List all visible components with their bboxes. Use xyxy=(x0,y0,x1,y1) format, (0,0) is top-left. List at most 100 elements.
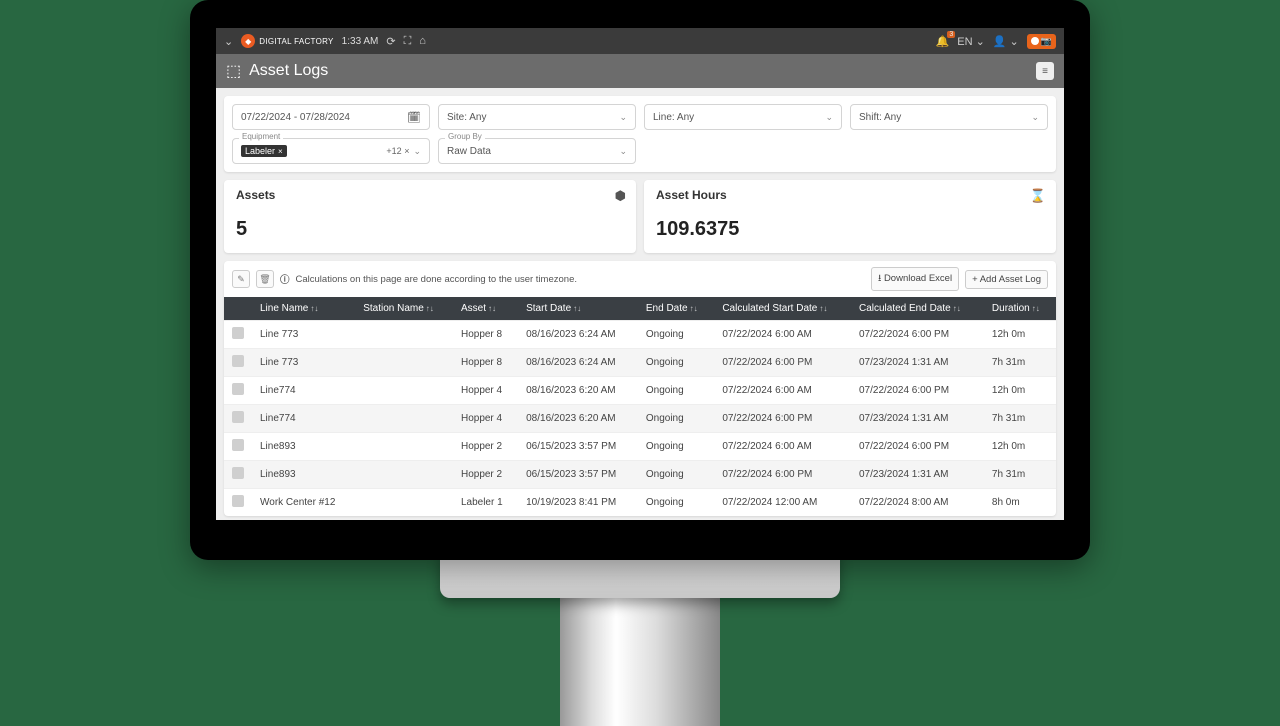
cell-cstart: 07/22/2024 12:00 AM xyxy=(714,489,851,517)
home-icon[interactable]: ⌂ xyxy=(419,35,426,47)
download-excel-button[interactable]: ⭳ Download Excel xyxy=(871,267,959,291)
camera-toggle[interactable]: 📷 xyxy=(1027,34,1056,49)
row-checkbox[interactable] xyxy=(232,467,244,479)
asset-log-table: Line Name↑↓Station Name↑↓Asset↑↓Start Da… xyxy=(224,297,1056,516)
cell-station xyxy=(355,349,453,377)
cell-line: Line893 xyxy=(252,433,355,461)
row-checkbox[interactable] xyxy=(232,411,244,423)
brand-logo[interactable]: ◆ DIGITAL FACTORY xyxy=(241,34,333,48)
cell-cend: 07/22/2024 8:00 AM xyxy=(851,489,984,517)
col-header[interactable]: End Date↑↓ xyxy=(638,297,714,321)
cell-line: Work Center #12 xyxy=(252,489,355,517)
cell-asset: Hopper 2 xyxy=(453,461,518,489)
chevron-down-icon: ⌄ xyxy=(619,146,627,157)
col-header[interactable]: Start Date↑↓ xyxy=(518,297,638,321)
table-row: Line893 Hopper 2 06/15/2023 3:57 PM Ongo… xyxy=(224,461,1056,489)
delete-button[interactable]: 🗑 xyxy=(256,270,274,288)
chevron-down-icon: ⌄ xyxy=(619,112,627,123)
cell-station xyxy=(355,489,453,517)
brand-text: DIGITAL FACTORY xyxy=(259,37,333,46)
line-select[interactable]: Line: Any ⌄ xyxy=(644,104,842,130)
equipment-label: Equipment xyxy=(239,132,283,141)
close-icon[interactable]: × xyxy=(278,147,283,156)
cell-asset: Hopper 8 xyxy=(453,321,518,349)
table-row: Line 773 Hopper 8 08/16/2023 6:24 AM Ong… xyxy=(224,349,1056,377)
row-checkbox[interactable] xyxy=(232,439,244,451)
assets-label: Assets xyxy=(236,188,624,202)
row-checkbox[interactable] xyxy=(232,327,244,339)
chevron-down-icon: ⌄ xyxy=(825,112,833,123)
row-checkbox[interactable] xyxy=(232,355,244,367)
chevron-down-icon[interactable]: ⌄ xyxy=(224,35,233,48)
cell-end: Ongoing xyxy=(638,377,714,405)
cell-start: 08/16/2023 6:24 AM xyxy=(518,349,638,377)
cell-cstart: 07/22/2024 6:00 PM xyxy=(714,461,851,489)
cell-start: 08/16/2023 6:20 AM xyxy=(518,405,638,433)
date-range-text: 07/22/2024 - 07/28/2024 xyxy=(241,112,350,123)
toggle-dot xyxy=(1031,37,1039,45)
groupby-text: Raw Data xyxy=(447,146,491,157)
language-selector[interactable]: EN ⌄ xyxy=(957,35,985,48)
cell-station xyxy=(355,461,453,489)
groupby-select[interactable]: Group By Raw Data ⌄ xyxy=(438,138,636,164)
cell-asset: Labeler 1 xyxy=(453,489,518,517)
refresh-icon[interactable]: ⟳ xyxy=(386,35,395,48)
add-asset-log-button[interactable]: + Add Asset Log xyxy=(965,270,1048,289)
col-header[interactable]: Line Name↑↓ xyxy=(252,297,355,321)
date-range-picker[interactable]: 07/22/2024 - 07/28/2024 🗓 xyxy=(232,104,430,130)
table-card: ✎ 🗑 ⓘ Calculations on this page are done… xyxy=(224,261,1056,516)
site-select[interactable]: Site: Any ⌄ xyxy=(438,104,636,130)
cell-start: 06/15/2023 3:57 PM xyxy=(518,461,638,489)
col-header[interactable]: Duration↑↓ xyxy=(984,297,1056,321)
chip-text: Labeler xyxy=(245,146,275,156)
row-checkbox[interactable] xyxy=(232,495,244,507)
cell-cend: 07/23/2024 1:31 AM xyxy=(851,349,984,377)
cell-line: Line893 xyxy=(252,461,355,489)
site-text: Site: Any xyxy=(447,112,486,123)
cell-duration: 8h 0m xyxy=(984,489,1056,517)
select-all-header xyxy=(224,297,252,321)
col-header[interactable]: Calculated Start Date↑↓ xyxy=(714,297,851,321)
cell-end: Ongoing xyxy=(638,405,714,433)
col-header[interactable]: Station Name↑↓ xyxy=(355,297,453,321)
cell-end: Ongoing xyxy=(638,433,714,461)
cell-cstart: 07/22/2024 6:00 PM xyxy=(714,349,851,377)
equipment-chip[interactable]: Labeler × xyxy=(241,145,287,157)
table-row: Line893 Hopper 2 06/15/2023 3:57 PM Ongo… xyxy=(224,433,1056,461)
equipment-select[interactable]: Equipment Labeler × +12 × ⌄ xyxy=(232,138,430,164)
col-header[interactable]: Calculated End Date↑↓ xyxy=(851,297,984,321)
calendar-icon: 🗓 xyxy=(407,111,421,124)
cell-station xyxy=(355,433,453,461)
bell-icon[interactable]: 🔔 xyxy=(936,35,950,48)
chevron-down-icon: ⌄ xyxy=(413,146,421,157)
monitor-stand-neck xyxy=(560,596,720,726)
cell-asset: Hopper 4 xyxy=(453,405,518,433)
cell-start: 10/19/2023 8:41 PM xyxy=(518,489,638,517)
download-label: Download Excel xyxy=(884,273,952,284)
row-checkbox[interactable] xyxy=(232,383,244,395)
menu-toggle-button[interactable]: ≡ xyxy=(1036,62,1054,80)
cell-cend: 07/22/2024 6:00 PM xyxy=(851,433,984,461)
cell-cend: 07/23/2024 1:31 AM xyxy=(851,405,984,433)
cell-start: 08/16/2023 6:24 AM xyxy=(518,321,638,349)
cell-asset: Hopper 2 xyxy=(453,433,518,461)
cell-end: Ongoing xyxy=(638,461,714,489)
cell-duration: 12h 0m xyxy=(984,377,1056,405)
cell-cstart: 07/22/2024 6:00 AM xyxy=(714,377,851,405)
cell-end: Ongoing xyxy=(638,321,714,349)
groupby-label: Group By xyxy=(445,132,485,141)
cell-line: Line774 xyxy=(252,377,355,405)
user-menu[interactable]: 👤 ⌄ xyxy=(993,35,1019,48)
cell-line: Line 773 xyxy=(252,321,355,349)
cell-start: 08/16/2023 6:20 AM xyxy=(518,377,638,405)
edit-button[interactable]: ✎ xyxy=(232,270,250,288)
shift-select[interactable]: Shift: Any ⌄ xyxy=(850,104,1048,130)
info-text: Calculations on this page are done accor… xyxy=(296,274,577,285)
cell-asset: Hopper 4 xyxy=(453,377,518,405)
hourglass-icon: ⌛ xyxy=(1030,188,1046,204)
cell-cstart: 07/22/2024 6:00 PM xyxy=(714,405,851,433)
cell-cend: 07/22/2024 6:00 PM xyxy=(851,377,984,405)
fullscreen-icon[interactable]: ⛶ xyxy=(404,35,412,48)
col-header[interactable]: Asset↑↓ xyxy=(453,297,518,321)
cell-line: Line 773 xyxy=(252,349,355,377)
